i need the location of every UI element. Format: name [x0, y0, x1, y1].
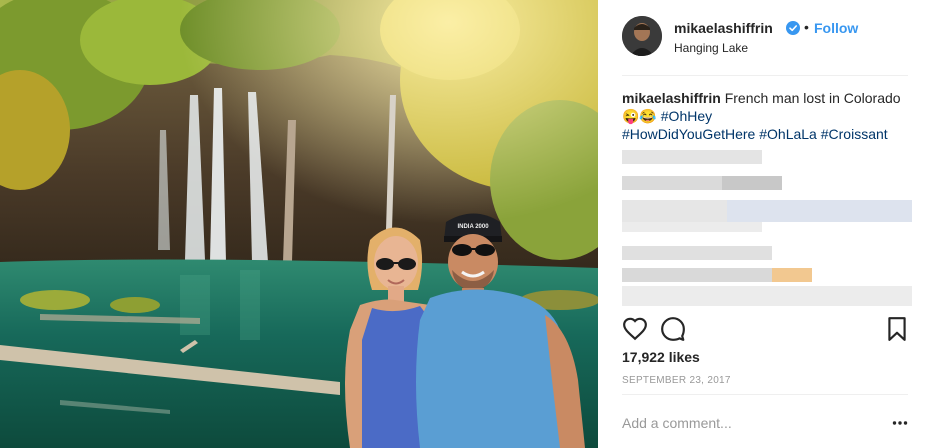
post-header: mikaelashiffrin • Follow Hanging Lake — [622, 16, 908, 62]
post-date[interactable]: SEPTEMBER 23, 2017 — [622, 375, 731, 386]
hashtag[interactable]: #OhHey — [661, 108, 712, 124]
comment-divider — [622, 394, 908, 395]
follow-button[interactable]: Follow — [814, 20, 858, 36]
hashtag[interactable]: #HowDidYouGetHere — [622, 126, 755, 142]
cap-text: INDIA 2000 — [457, 224, 489, 230]
like-count[interactable]: 17,922 likes — [622, 349, 700, 365]
hashtag[interactable]: #Croissant — [821, 126, 888, 142]
bookmark-icon[interactable] — [884, 316, 910, 342]
username-link[interactable]: mikaelashiffrin — [674, 20, 773, 36]
comment-bubble-icon[interactable] — [660, 316, 686, 342]
comment-input[interactable] — [622, 412, 872, 434]
post-info-panel: mikaelashiffrin • Follow Hanging Lake mi… — [598, 0, 929, 448]
avatar[interactable] — [622, 16, 662, 56]
verified-badge-icon — [786, 21, 800, 35]
post-caption: mikaelashiffrin French man lost in Color… — [622, 89, 912, 143]
post-actions — [622, 316, 908, 342]
heart-icon[interactable] — [622, 316, 648, 342]
blurred-comments — [622, 150, 912, 310]
more-options-icon[interactable] — [892, 416, 908, 430]
comment-row — [622, 408, 908, 438]
location-link[interactable]: Hanging Lake — [674, 41, 748, 55]
header-divider — [622, 75, 908, 76]
caption-username[interactable]: mikaelashiffrin — [622, 90, 721, 106]
separator-dot: • — [804, 19, 809, 35]
post-photo[interactable]: INDIA 2000 — [0, 0, 598, 448]
hashtag[interactable]: #OhLaLa — [759, 126, 817, 142]
